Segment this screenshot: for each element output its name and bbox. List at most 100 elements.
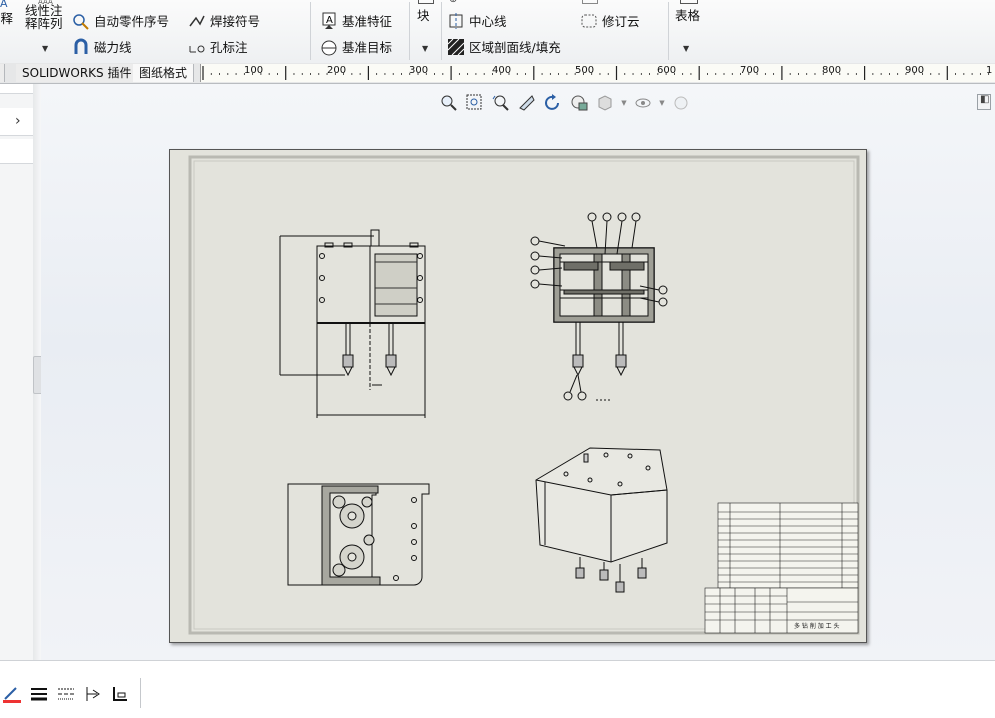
area-hatch-label: 区域剖面线/填充	[469, 40, 561, 55]
top-view	[287, 483, 430, 586]
ruler-label: 400	[492, 65, 512, 76]
panel-tab-strip[interactable]	[0, 84, 33, 94]
tab-scroll[interactable]	[0, 64, 5, 82]
ruler-label: 300	[409, 65, 429, 76]
tab-solidworks-addins[interactable]: SOLIDWORKS 插件	[16, 64, 139, 82]
hide-show-items-icon[interactable]	[632, 92, 654, 114]
weld-symbol-label: 焊接符号	[210, 14, 261, 29]
chevron-down-icon[interactable]: ▼	[658, 92, 666, 114]
datum-target-button[interactable]: 基准目标	[320, 37, 392, 56]
bottom-area	[0, 660, 995, 718]
hide-show-edges-icon[interactable]	[81, 682, 105, 706]
magnet-icon	[72, 38, 90, 56]
chevron-right-icon[interactable]: ›	[15, 113, 21, 129]
magnetic-line-label: 磁力线	[94, 40, 132, 55]
magnetic-line-button[interactable]: 磁力线	[72, 37, 132, 56]
collapse-icon: ◧	[980, 94, 990, 105]
auto-balloon-button[interactable]: 自动零件序号	[72, 11, 169, 30]
centerline-button[interactable]: 中心线	[447, 11, 507, 30]
datum-target-icon	[320, 38, 338, 56]
datum-target-label: 基准目标	[342, 40, 393, 55]
title-block-drawing-title: 多 钻 削 加 工 头	[794, 622, 840, 630]
datum-feature-icon: A	[320, 12, 338, 30]
centerline-label: 中心线	[469, 14, 507, 29]
display-style-icon[interactable]	[594, 92, 616, 114]
auto-balloon-icon	[72, 12, 90, 30]
block-label: 块	[417, 8, 430, 23]
revision-cloud-button[interactable]: 修订云	[580, 11, 640, 30]
datum-feature-label: 基准特征	[342, 14, 393, 29]
panel-filter-row[interactable]	[0, 139, 33, 164]
tab-sheet-format[interactable]: 图纸格式	[133, 64, 195, 82]
ruler-label: 700	[740, 65, 760, 76]
toolbar-divider	[140, 678, 141, 708]
revision-cloud-label: 修订云	[602, 14, 640, 29]
center-mark-icon[interactable]: ⊕	[449, 0, 457, 5]
tab-label: 图纸格式	[139, 66, 188, 80]
auto-balloon-label: 自动零件序号	[94, 14, 170, 29]
panel-expand-row[interactable]: ›	[0, 108, 33, 136]
area-hatch-button[interactable]: 区域剖面线/填充	[447, 37, 561, 56]
zoom-to-fit-icon[interactable]	[438, 92, 460, 114]
front-view	[279, 229, 426, 418]
horizontal-ruler: 100 200 300 400 500 600 700 800 900 1	[200, 64, 995, 82]
annotation-glyph-icon: A	[0, 0, 8, 10]
table-label: 表格	[675, 8, 701, 23]
view-settings-icon[interactable]	[568, 92, 590, 114]
svg-text:A: A	[326, 15, 333, 26]
ribbon-divider	[441, 2, 442, 60]
linear-note-pattern-button[interactable]: AAA 线性注释阵列	[25, 0, 67, 34]
ruler-label: 800	[822, 65, 842, 76]
section-view-icon[interactable]	[516, 92, 538, 114]
ruler-label: 600	[657, 65, 677, 76]
ruler-label: 200	[327, 65, 347, 76]
drawing-sheet[interactable]: 多 钻 削 加 工 头	[169, 149, 867, 643]
annotation-button-label: 注释	[0, 11, 14, 26]
annotation-button[interactable]: 注释	[0, 8, 13, 27]
ruler-ticks	[202, 66, 990, 80]
apply-scene-icon[interactable]	[670, 92, 692, 114]
ribbon-divider	[668, 2, 669, 60]
revision-cloud-icon	[580, 12, 598, 30]
line-thickness-icon[interactable]	[27, 682, 51, 706]
task-pane-toggle[interactable]: ◧	[977, 94, 991, 110]
hatch-icon	[447, 38, 465, 56]
datum-feature-button[interactable]: A 基准特征	[320, 11, 392, 30]
chevron-down-icon[interactable]: ▼	[42, 44, 48, 53]
tab-label: SOLIDWORKS 插件	[22, 66, 132, 80]
ruler-label: 900	[905, 65, 925, 76]
weld-symbol-button[interactable]: 焊接符号	[188, 11, 260, 30]
chevron-down-icon[interactable]: ▼	[620, 92, 628, 114]
table-icon	[680, 0, 698, 4]
line-color-icon[interactable]	[0, 682, 24, 706]
line-format-toolbar	[0, 682, 132, 706]
block-button[interactable]: 块 ▼	[414, 0, 438, 60]
hole-callout-icon	[188, 38, 206, 56]
ribbon-divider	[409, 2, 410, 60]
drawing-content: 多 钻 削 加 工 头	[188, 155, 860, 635]
hole-callout-button[interactable]: 孔标注	[188, 37, 248, 56]
zoom-to-area-icon[interactable]	[464, 92, 486, 114]
isometric-view	[535, 447, 668, 593]
centerline-icon	[447, 12, 465, 30]
command-manager-ribbon: 注释 A AAA 线性注释阵列 ▼ 自动零件序号 磁力线 焊接符号 孔标注	[0, 0, 995, 64]
block-icon	[418, 0, 434, 4]
linear-note-pattern-label: 线性注释阵列	[25, 3, 63, 31]
rotate-view-icon[interactable]	[542, 92, 564, 114]
line-style-icon[interactable]	[54, 682, 78, 706]
chevron-down-icon[interactable]: ▼	[422, 44, 428, 53]
section-view	[530, 212, 668, 401]
hole-callout-label: 孔标注	[210, 40, 248, 55]
weld-symbol-icon	[188, 12, 206, 30]
ruler-label: 1	[986, 65, 993, 76]
ribbon-small-icon	[582, 0, 598, 4]
previous-view-icon[interactable]	[490, 92, 512, 114]
heads-up-view-toolbar: ▼ ▼	[438, 92, 692, 114]
color-display-mode-icon[interactable]	[108, 682, 132, 706]
ribbon-divider	[310, 2, 311, 60]
ruler-label: 100	[244, 65, 264, 76]
ruler-label: 500	[575, 65, 595, 76]
feature-manager-panel: ›	[0, 84, 34, 660]
table-button[interactable]: 表格 ▼	[672, 0, 708, 60]
chevron-down-icon[interactable]: ▼	[683, 44, 689, 53]
